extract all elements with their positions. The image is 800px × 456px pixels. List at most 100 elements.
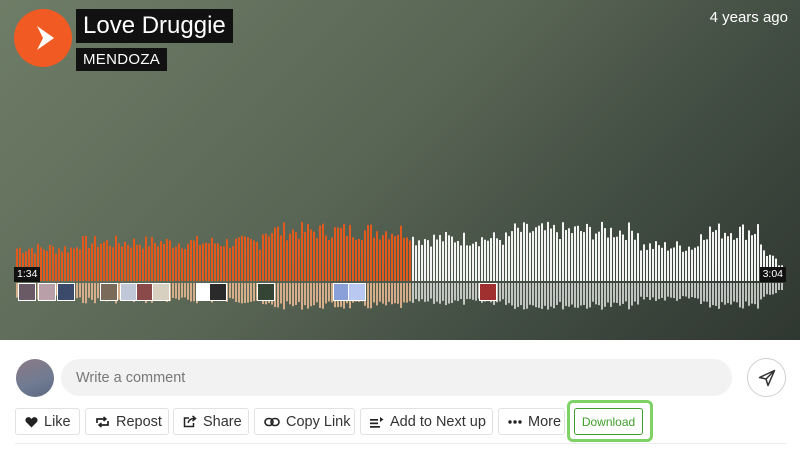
waveform-reflection-bar: [322, 283, 324, 309]
waveform-comment-avatar[interactable]: [152, 283, 170, 301]
waveform-bar: [688, 246, 690, 281]
waveform-reflection-bar: [556, 283, 558, 305]
waveform-bar: [103, 241, 105, 281]
comment-input[interactable]: [61, 359, 732, 396]
download-button[interactable]: Download: [574, 408, 643, 435]
waveform-bar: [541, 223, 543, 281]
waveform-bar: [307, 224, 309, 281]
waveform-bar: [544, 230, 546, 281]
waveform-bar: [229, 247, 231, 281]
send-comment-button[interactable]: [747, 358, 786, 397]
waveform-reflection-bar: [736, 283, 738, 303]
share-button[interactable]: Share: [173, 408, 249, 435]
waveform-reflection-bar: [748, 283, 750, 306]
waveform-reflection-bar: [529, 283, 531, 305]
waveform-bar: [154, 243, 156, 281]
waveform-reflection-bar: [685, 283, 687, 297]
like-label: Like: [44, 413, 71, 430]
waveform-bar: [607, 237, 609, 281]
waveform-bar: [445, 231, 447, 281]
waveform-bar: [91, 243, 93, 281]
waveform-comment-avatar[interactable]: [38, 283, 56, 301]
waveform-bar: [175, 246, 177, 281]
waveform-bar: [514, 223, 516, 281]
waveform-bar: [463, 232, 465, 281]
waveform-comment-avatar[interactable]: [18, 283, 36, 301]
waveform-bar: [325, 235, 327, 281]
waveform-bar: [196, 236, 198, 281]
waveform-bar: [613, 237, 615, 281]
waveform-bar: [235, 238, 237, 281]
waveform-comment-avatar[interactable]: [479, 283, 497, 301]
like-button[interactable]: Like: [15, 408, 80, 435]
waveform-reflection-bar: [565, 283, 567, 306]
waveform-bar: [304, 231, 306, 281]
waveform-reflection-bar: [439, 283, 441, 304]
waveform-bar: [586, 223, 588, 281]
waveform-bar: [286, 240, 288, 281]
waveform-bar: [517, 227, 519, 281]
waveform-bar: [670, 248, 672, 281]
waveform-bar: [616, 236, 618, 281]
waveform-bar: [667, 250, 669, 281]
waveform-bar: [253, 240, 255, 281]
waveform-reflection-bar: [445, 283, 447, 306]
waveform-bar: [565, 230, 567, 281]
waveform-reflection-bar: [388, 283, 390, 302]
waveform-bar: [562, 222, 564, 281]
waveform-bar: [472, 243, 474, 281]
waveform-reflection-bar: [715, 283, 717, 306]
waveform-reflection-bar: [607, 283, 609, 303]
waveform-reflection-bar: [706, 283, 708, 302]
waveform-reflection-bar: [619, 283, 621, 306]
waveform-bar: [163, 244, 165, 281]
waveform-bar: [133, 238, 135, 281]
more-button[interactable]: More: [498, 408, 565, 435]
track-hero: Love Druggie MENDOZA 4 years ago 1:34 3:…: [0, 0, 800, 340]
waveform-bar: [364, 230, 366, 281]
waveform-reflection-bar: [631, 283, 633, 306]
waveform-bar: [238, 237, 240, 281]
waveform-bar: [598, 231, 600, 281]
waveform-bar: [322, 223, 324, 281]
waveform-bar: [625, 240, 627, 281]
waveform-bar: [451, 236, 453, 281]
add-to-next-up-label: Add to Next up: [390, 413, 486, 430]
waveform-reflection-bar: [460, 283, 462, 299]
waveform-reflection-bar: [424, 283, 426, 302]
waveform-reflection-bar: [547, 283, 549, 310]
waveform-reflection-bar: [610, 283, 612, 307]
waveform-bar: [244, 236, 246, 281]
waveform-comment-avatar[interactable]: [257, 283, 275, 301]
waveform-reflection-bar: [616, 283, 618, 303]
waveform-reflection-bar: [280, 283, 282, 304]
waveform-bar: [343, 224, 345, 281]
waveform-reflection-bar: [370, 283, 372, 309]
waveform-comment-avatar[interactable]: [348, 283, 366, 301]
waveform-reflection-bar: [757, 283, 759, 309]
copy-link-button[interactable]: Copy Link: [254, 408, 355, 435]
waveform-reflection-bar: [253, 283, 255, 302]
waveform-comment-avatar[interactable]: [100, 283, 118, 301]
waveform-reflection-bar: [739, 283, 741, 308]
waveform-comment-avatar[interactable]: [57, 283, 75, 301]
repost-label: Repost: [116, 413, 162, 430]
waveform-reflection-bar: [769, 283, 771, 295]
waveform-reflection-bar: [319, 283, 321, 308]
waveform-bar: [124, 241, 126, 281]
waveform-bar: [553, 224, 555, 281]
waveform-bar: [349, 224, 351, 281]
waveform-reflection-bar: [589, 283, 591, 308]
repost-button[interactable]: Repost: [85, 408, 169, 435]
waveform-reflection-bar: [568, 283, 570, 307]
waveform-reflection-bar: [397, 283, 399, 304]
waveform-bar: [499, 240, 501, 281]
user-avatar[interactable]: [16, 359, 54, 397]
waveform-bar: [427, 240, 429, 281]
waveform-reflection-bar: [229, 283, 231, 298]
waveform-reflection-bar: [622, 283, 624, 304]
waveform-reflection-bar: [394, 283, 396, 304]
waveform-comment-avatar[interactable]: [209, 283, 227, 301]
waveform-bar: [211, 237, 213, 281]
add-to-next-up-button[interactable]: Add to Next up: [360, 408, 493, 435]
